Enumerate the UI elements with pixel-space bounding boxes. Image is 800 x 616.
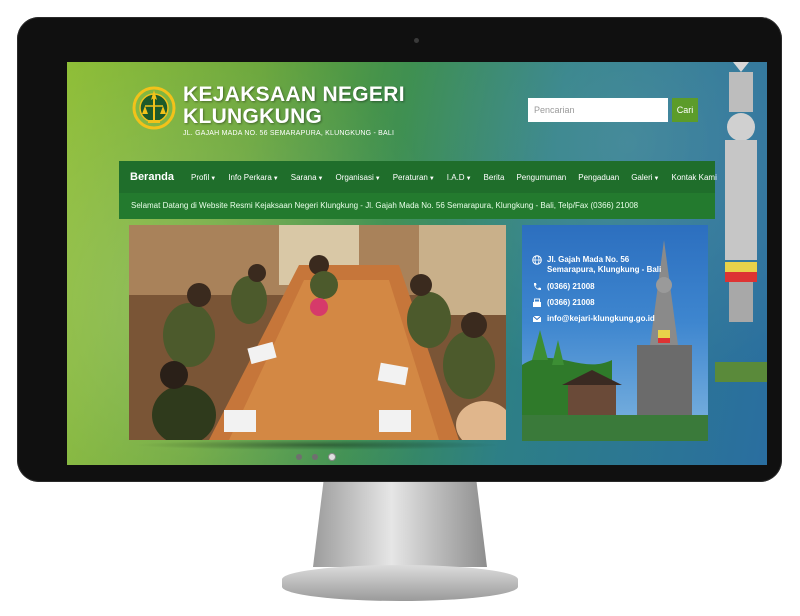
envelope-icon bbox=[532, 315, 542, 322]
caret-down-icon: ▼ bbox=[272, 175, 279, 182]
nav-item-label: Peraturan bbox=[392, 172, 428, 182]
contact-address-line2: Semarapura, Klungkung - Bali bbox=[547, 265, 662, 274]
monitor-stand-base bbox=[282, 565, 518, 601]
contact-info-card: Jl. Gajah Mada No. 56 Semarapura, Klungk… bbox=[522, 225, 708, 441]
statue-decoration-image bbox=[715, 62, 767, 382]
contact-phone: (0366) 21008 bbox=[547, 282, 595, 291]
caret-down-icon: ▼ bbox=[210, 175, 217, 182]
main-navbar: Beranda Profil▼ Info Perkara▼ Sarana▼ Or… bbox=[119, 161, 717, 193]
monitor-stand-neck bbox=[313, 482, 487, 567]
site-title[interactable]: KEJAKSAAN NEGERI KLUNGKUNG bbox=[183, 84, 405, 128]
fax-icon bbox=[533, 298, 541, 307]
nav-item-iad[interactable]: I.A.D▼ bbox=[441, 173, 478, 182]
contact-fax-row: (0366) 21008 bbox=[532, 298, 595, 308]
site-title-line1: KEJAKSAAN NEGERI bbox=[183, 83, 405, 106]
nav-item-peraturan[interactable]: Peraturan▼ bbox=[387, 173, 441, 182]
slider-dot-3[interactable] bbox=[328, 453, 336, 461]
nav-item-label: Profil bbox=[191, 172, 210, 182]
meeting-photo-image bbox=[129, 225, 506, 440]
contact-email[interactable]: info@kejari-klungkung.go.id bbox=[547, 314, 655, 324]
contact-address-row: Jl. Gajah Mada No. 56 Semarapura, Klungk… bbox=[532, 255, 661, 275]
slider-pagination bbox=[296, 453, 336, 461]
caret-down-icon: ▼ bbox=[653, 175, 660, 182]
nav-item-label: Kontak Kami bbox=[671, 172, 717, 182]
slider-dot-2[interactable] bbox=[312, 454, 318, 460]
search-input[interactable] bbox=[528, 98, 668, 122]
contact-fax: (0366) 21008 bbox=[547, 298, 595, 307]
nav-item-label: Organisasi bbox=[335, 172, 374, 182]
caret-down-icon: ▼ bbox=[374, 175, 381, 182]
slider-dot-1[interactable] bbox=[296, 454, 302, 460]
nav-item-label: Galeri bbox=[631, 172, 653, 182]
nav-item-galeri[interactable]: Galeri▼ bbox=[625, 173, 665, 182]
nav-item-sarana[interactable]: Sarana▼ bbox=[285, 173, 330, 182]
contact-phone-row: (0366) 21008 bbox=[532, 282, 595, 292]
caret-down-icon: ▼ bbox=[428, 175, 435, 182]
kejaksaan-logo-icon bbox=[132, 86, 176, 130]
meeting-photo-slide[interactable] bbox=[129, 225, 506, 440]
nav-item-pengumuman[interactable]: Pengumuman bbox=[510, 173, 572, 182]
nav-item-label: Sarana bbox=[290, 172, 317, 182]
nav-item-label: Pengaduan bbox=[578, 172, 620, 182]
nav-item-label: Berita bbox=[483, 172, 505, 182]
globe-icon bbox=[532, 255, 542, 265]
nav-item-label: I.A.D bbox=[446, 172, 465, 182]
phone-icon bbox=[533, 283, 541, 291]
contact-address-line1: Jl. Gajah Mada No. 56 bbox=[547, 255, 630, 264]
welcome-marquee: Selamat Datang di Website Resmi Kejaksaa… bbox=[119, 193, 715, 219]
nav-item-berita[interactable]: Berita bbox=[478, 173, 511, 182]
nav-home-link[interactable]: Beranda bbox=[119, 171, 185, 183]
nav-item-profil[interactable]: Profil▼ bbox=[185, 173, 222, 182]
nav-item-pengaduan[interactable]: Pengaduan bbox=[572, 173, 625, 182]
slide-shadow bbox=[133, 440, 503, 450]
website-screen: KEJAKSAAN NEGERI KLUNGKUNG JL. GAJAH MAD… bbox=[67, 62, 767, 465]
site-title-line2: KLUNGKUNG bbox=[183, 105, 323, 128]
caret-down-icon: ▼ bbox=[317, 175, 324, 182]
monitor-bezel: KEJAKSAAN NEGERI KLUNGKUNG JL. GAJAH MAD… bbox=[17, 17, 782, 482]
nav-item-label: Pengumuman bbox=[516, 172, 567, 182]
nav-item-organisasi[interactable]: Organisasi▼ bbox=[330, 173, 387, 182]
search-button[interactable]: Cari bbox=[672, 98, 698, 122]
nav-item-label: Info Perkara bbox=[228, 172, 272, 182]
nav-item-info-perkara[interactable]: Info Perkara▼ bbox=[222, 173, 285, 182]
site-address: JL. GAJAH MADA NO. 56 SEMARAPURA, KLUNGK… bbox=[183, 130, 395, 137]
contact-email-row: info@kejari-klungkung.go.id bbox=[532, 314, 655, 324]
webcam-dot bbox=[414, 38, 419, 43]
caret-down-icon: ▼ bbox=[465, 175, 472, 182]
